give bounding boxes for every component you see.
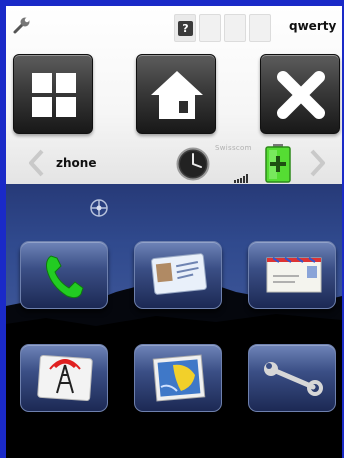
close-icon (277, 71, 325, 119)
input-cell[interactable] (249, 14, 271, 42)
radio-app-tile[interactable] (20, 344, 108, 412)
phone-icon (46, 255, 84, 299)
contacts-app-tile[interactable] (134, 241, 222, 309)
input-cell[interactable] (199, 14, 221, 42)
satellite-icon (86, 197, 112, 219)
clock-icon (176, 147, 210, 181)
menu-button[interactable] (13, 54, 93, 134)
launcher-area (6, 184, 342, 458)
keyboard-layout-label[interactable]: qwerty (289, 19, 336, 33)
settings-app-tile[interactable] (248, 344, 336, 412)
input-cell[interactable] (224, 14, 246, 42)
wrench-icon[interactable] (12, 15, 32, 35)
top-panel: ? qwerty zhone Swisscom (6, 6, 342, 184)
close-button[interactable] (260, 54, 340, 134)
chevron-left-icon[interactable] (26, 148, 46, 178)
input-cell[interactable]: ? (174, 14, 196, 42)
phone-app-tile[interactable] (20, 241, 108, 309)
wallpaper-hills (6, 282, 342, 458)
radio-tower-icon (37, 354, 93, 402)
home-button[interactable] (136, 54, 216, 134)
mail-icon (266, 257, 322, 293)
chevron-right-icon[interactable] (308, 148, 328, 178)
signal-icon (234, 168, 252, 183)
grid-icon (32, 73, 76, 117)
contacts-icon (151, 253, 207, 295)
gallery-app-tile[interactable] (134, 344, 222, 412)
settings-wrench-icon (264, 362, 323, 396)
phone-screen: ? qwerty zhone Swisscom (6, 6, 342, 458)
battery-charging-icon (262, 143, 294, 183)
home-icon (151, 71, 203, 119)
app-name: zhone (56, 156, 97, 170)
gallery-icon (152, 354, 206, 402)
help-icon[interactable]: ? (178, 21, 193, 36)
mail-app-tile[interactable] (248, 241, 336, 309)
carrier-label: Swisscom (215, 144, 252, 152)
input-strip[interactable]: ? (174, 14, 271, 42)
